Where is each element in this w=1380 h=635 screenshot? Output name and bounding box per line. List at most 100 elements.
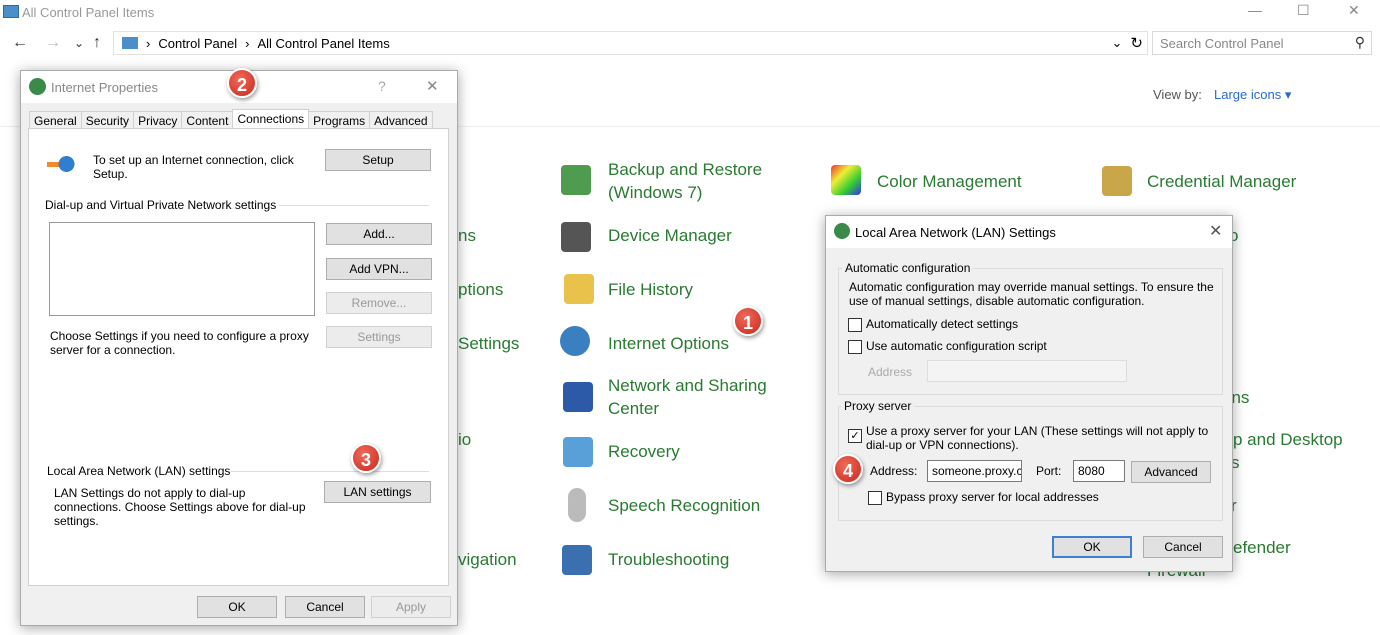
step-badge-1: 1	[733, 306, 763, 336]
item-color-management[interactable]: Color Management	[877, 170, 1022, 193]
forward-button[interactable]: →	[45, 34, 61, 52]
item-speech-recognition[interactable]: Speech Recognition	[608, 494, 760, 517]
settings-button[interactable]: Settings	[326, 326, 432, 348]
help-button[interactable]: ?	[378, 78, 386, 94]
cancel-button[interactable]: Cancel	[285, 596, 365, 618]
dialup-heading: Dial-up and Virtual Private Network sett…	[45, 198, 277, 212]
minimize-button[interactable]: —	[1248, 2, 1262, 18]
checkbox[interactable]	[848, 339, 862, 354]
item-credential-manager[interactable]: Credential Manager	[1147, 170, 1296, 193]
internet-properties-dialog: Internet Properties ? ✕ General Security P…	[20, 70, 458, 626]
file-history-icon	[564, 274, 594, 304]
item-network-and-sharing-center[interactable]: Network and Sharing Center	[608, 374, 788, 420]
search-input[interactable]: Search Control Panel ⚲	[1152, 31, 1372, 55]
auto-script-checkbox[interactable]: Use automatic configuration script	[848, 339, 1047, 354]
connection-wizard-icon	[47, 153, 77, 175]
close-button[interactable]: ✕	[1348, 2, 1360, 19]
step-badge-4: 4	[833, 454, 863, 484]
auto-config-text: Automatic configuration may override man…	[849, 280, 1214, 308]
add-button[interactable]: Add...	[326, 223, 432, 245]
group-label: Automatic configuration	[842, 261, 974, 275]
dialog-title: Local Area Network (LAN) Settings	[855, 225, 1056, 240]
proxy-address-input[interactable]: someone.proxy.c	[927, 460, 1022, 482]
auto-detect-checkbox[interactable]: Automatically detect settings	[848, 317, 1018, 332]
globe-icon	[834, 223, 850, 239]
maximize-button[interactable]: ☐	[1297, 2, 1310, 19]
advanced-button[interactable]: Advanced	[1131, 461, 1211, 483]
item-recovery[interactable]: Recovery	[608, 440, 680, 463]
control-panel-item-partial[interactable]: Settings	[458, 332, 519, 355]
checkbox[interactable]	[868, 490, 882, 505]
control-panel-item-partial[interactable]: ptions	[458, 278, 503, 301]
checkbox-label: Automatically detect settings	[866, 317, 1019, 331]
search-icon: ⚲	[1354, 34, 1365, 50]
cancel-button[interactable]: Cancel	[1143, 536, 1223, 558]
breadcrumb-control-panel[interactable]: Control Panel	[158, 36, 237, 51]
control-panel-item-partial[interactable]: vigation	[458, 548, 517, 571]
tab-connections[interactable]: Connections	[232, 109, 310, 130]
dialog-title: Internet Properties	[51, 80, 158, 95]
address-dropdown-icon[interactable]: ⌄	[1112, 35, 1123, 51]
search-placeholder: Search Control Panel	[1160, 36, 1284, 51]
dialog-close-button[interactable]: ✕	[1209, 221, 1222, 241]
setup-button[interactable]: Setup	[325, 149, 431, 171]
add-vpn-button[interactable]: Add VPN...	[326, 258, 432, 280]
lan-heading: Local Area Network (LAN) settings	[47, 464, 231, 478]
back-button[interactable]: ←	[12, 34, 28, 52]
proxy-text: Choose Settings if you need to configure…	[50, 329, 309, 357]
address-bar[interactable]: › Control Panel › All Control Panel Item…	[113, 31, 1148, 55]
control-panel-icon	[3, 5, 19, 18]
divider	[279, 205, 429, 206]
control-panel-item-partial[interactable]: io	[458, 428, 471, 451]
port-input[interactable]: 8080	[1073, 460, 1125, 482]
microphone-icon	[568, 488, 586, 522]
internet-options-icon	[560, 326, 590, 356]
connections-listbox[interactable]	[49, 222, 315, 316]
view-by-label: View by:	[1153, 87, 1202, 102]
step-badge-3: 3	[351, 443, 381, 473]
use-proxy-checkbox[interactable]: ✓ Use a proxy server for your LAN (These …	[848, 424, 1218, 452]
script-address-input[interactable]	[927, 360, 1127, 382]
lan-settings-dialog: Local Area Network (LAN) Settings ✕ Auto…	[825, 215, 1233, 572]
checkbox-label: Bypass proxy server for local addresses	[886, 490, 1099, 504]
chevron-right-icon: ›	[245, 35, 250, 51]
breadcrumb-all-items[interactable]: All Control Panel Items	[257, 36, 389, 51]
troubleshooting-icon	[562, 545, 592, 575]
refresh-icon[interactable]: ↻	[1130, 34, 1143, 52]
color-management-icon	[831, 165, 861, 195]
item-backup-and-restore[interactable]: Backup and Restore (Windows 7)	[608, 158, 788, 204]
group-label: Proxy server	[841, 399, 915, 413]
recovery-icon	[563, 437, 593, 467]
setup-text: To set up an Internet connection, click …	[93, 153, 294, 181]
item-file-history[interactable]: File History	[608, 278, 693, 301]
checkbox-label: Use automatic configuration script	[866, 339, 1047, 353]
script-address-label: Address	[868, 365, 913, 379]
port-label: Port:	[1036, 464, 1062, 478]
control-panel-item-partial[interactable]: ns	[458, 224, 476, 247]
lan-settings-button[interactable]: LAN settings	[324, 481, 431, 503]
up-button[interactable]: ↑	[93, 34, 101, 52]
control-panel-icon	[122, 37, 138, 49]
remove-button[interactable]: Remove...	[326, 292, 432, 314]
lan-text: LAN Settings do not apply to dial-up con…	[54, 486, 306, 528]
checkmark-icon[interactable]: ✓	[848, 429, 862, 443]
bypass-local-checkbox[interactable]: Bypass proxy server for local addresses	[868, 490, 1099, 505]
checkbox[interactable]	[848, 317, 862, 332]
recent-locations-button[interactable]: ⌄	[74, 36, 84, 50]
item-troubleshooting[interactable]: Troubleshooting	[608, 548, 729, 571]
control-panel-item-partial[interactable]: p and Desktop	[1233, 428, 1343, 451]
control-panel-item-partial[interactable]: efender	[1233, 536, 1291, 559]
item-internet-options[interactable]: Internet Options	[608, 332, 729, 355]
ok-button[interactable]: OK	[197, 596, 277, 618]
checkbox-label: Use a proxy server for your LAN (These s…	[866, 424, 1209, 452]
window-title: All Control Panel Items	[22, 5, 155, 20]
divider	[229, 471, 429, 472]
dialog-close-button[interactable]: ✕	[426, 77, 439, 95]
step-badge-2: 2	[227, 68, 257, 98]
network-sharing-icon	[563, 382, 593, 412]
ok-button[interactable]: OK	[1052, 536, 1132, 558]
view-by-dropdown[interactable]: Large icons ▾	[1214, 87, 1291, 103]
globe-icon	[29, 78, 46, 95]
apply-button[interactable]: Apply	[371, 596, 451, 618]
item-device-manager[interactable]: Device Manager	[608, 224, 732, 247]
